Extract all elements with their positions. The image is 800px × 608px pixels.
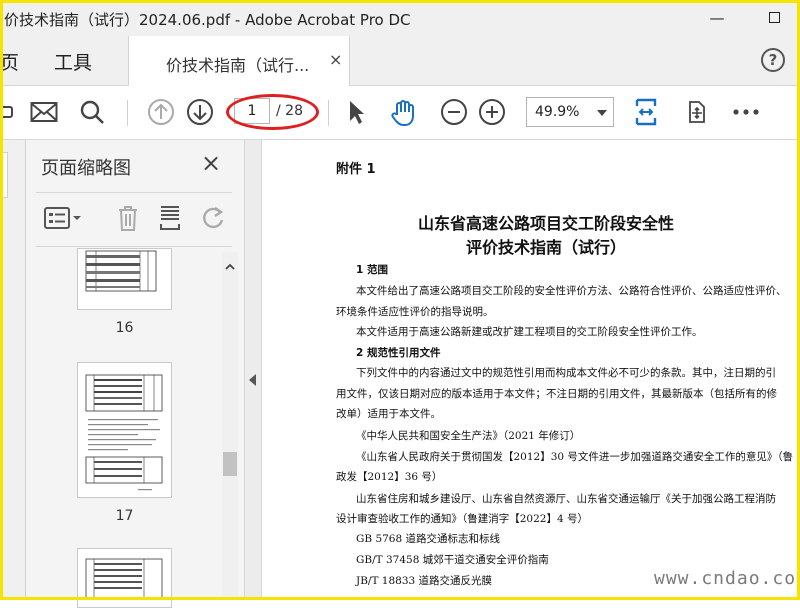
highlight-annotation: [226, 94, 319, 130]
thumbnail-scrollbar[interactable]: [222, 252, 238, 600]
collapse-panel-icon[interactable]: [249, 374, 256, 386]
title-bar: 价技术指南（试行）2024.06.pdf - Adobe Acrobat Pro…: [0, 0, 800, 36]
reference-line: 山东省住房和城乡建设厅、山东省自然资源厅、山东省交通运输厅《关于加强公路工程消防: [356, 493, 776, 505]
document-tab-label: 价技术指南（试行...: [166, 56, 310, 75]
select-cursor-icon[interactable]: [340, 96, 372, 128]
reference-line: JB/T 18833 道路交通反光膜: [356, 575, 493, 587]
body-line: 改单）适用于本文件。: [336, 408, 441, 420]
tab-bar: 页 工具 价技术指南（试行... × ?: [0, 36, 800, 86]
panel-title: 页面缩略图: [41, 158, 131, 179]
section-heading: 2 规范性引用文件: [356, 347, 441, 359]
toolbar-separator: [127, 100, 128, 126]
section-heading: 1 范围: [356, 264, 388, 276]
navigation-rail: [0, 140, 26, 600]
body-line: 环境条件适应性评价的指导说明。: [336, 306, 494, 318]
thumbnail-page-17[interactable]: [77, 362, 172, 498]
scrollbar-thumb[interactable]: [223, 452, 237, 476]
body-line: 本文件给出了高速公路项目交工阶段的安全性评价方法、公路符合性评价、公路适应性评价…: [356, 285, 787, 297]
thumbnails-panel-toggle[interactable]: [0, 152, 8, 198]
toolbar-separator: [328, 100, 329, 126]
document-view[interactable]: 附件 1 山东省高速公路项目交工阶段安全性 评价技术指南（试行） 1 范围 本文…: [262, 140, 800, 600]
close-panel-icon[interactable]: ×: [201, 151, 221, 175]
close-tab-icon[interactable]: ×: [329, 50, 342, 69]
body-line: 用文件，仅该日期对应的版本适用于本文件；不注日期的引用文件，其最新版本（包括所有…: [336, 388, 777, 400]
delete-page-icon[interactable]: [116, 202, 140, 234]
help-icon[interactable]: ?: [761, 48, 785, 72]
next-page-icon[interactable]: [184, 96, 216, 128]
zoom-out-icon[interactable]: [438, 96, 470, 128]
window-title: 价技术指南（试行）2024.06.pdf - Adobe Acrobat Pro…: [4, 11, 411, 29]
print-icon[interactable]: [0, 96, 18, 128]
reference-line: GB 5768 道路交通标志和标线: [356, 533, 501, 545]
email-icon[interactable]: [28, 96, 60, 128]
body-line: 本文件适用于高速公路新建或改扩建工程项目的交工阶段安全性评价工作。: [356, 326, 703, 338]
document-tab[interactable]: 价技术指南（试行... ×: [128, 36, 350, 86]
thumbnail-options-icon[interactable]: [44, 202, 82, 234]
reference-line: 《山东省人民政府关于贯彻国发【2012】30 号文件进一步加强道路交通安全工作的…: [356, 451, 794, 463]
zoom-select[interactable]: 49.9%: [526, 97, 614, 127]
rotate-page-icon[interactable]: [200, 202, 226, 234]
maximize-button[interactable]: [764, 8, 784, 28]
chevron-down-icon: [597, 110, 607, 116]
reference-line: 《中华人民共和国安全生产法》（2021 年修订）: [356, 430, 581, 442]
thumbnail-page-16[interactable]: [77, 248, 172, 310]
body-line: 下列文件中的内容通过文中的规范性引用而构成本文件必不可少的条款。其中，注日期的引: [356, 367, 776, 379]
reference-line: GB/T 37458 城郊干道交通安全评价指南: [356, 554, 549, 566]
divider: [36, 192, 232, 193]
rotate-view-icon[interactable]: [680, 96, 712, 128]
document-title-line-1: 山东省高速公路项目交工阶段安全性: [417, 214, 674, 233]
reference-line: 政发【2012】36 号）: [336, 471, 443, 483]
maximize-icon: [768, 12, 780, 23]
fit-page-icon[interactable]: [630, 96, 662, 128]
thumbnail-label-16: 16: [115, 320, 134, 336]
thumbnail-page-18[interactable]: [77, 548, 172, 608]
reference-line: 设计审查验收工作的通知》（鲁建消字【2022】4 号）: [336, 513, 588, 525]
page-thumbnails-panel: 页面缩略图 × 16 17: [26, 140, 244, 608]
scroll-up-icon[interactable]: [224, 258, 236, 270]
annex-label: 附件 1: [336, 162, 376, 177]
thumbnail-label-17: 17: [115, 508, 134, 524]
more-options-icon[interactable]: [730, 96, 762, 128]
zoom-value: 49.9%: [535, 104, 580, 120]
tab-tools[interactable]: 工具: [54, 48, 92, 75]
previous-page-icon[interactable]: [145, 96, 177, 128]
tab-home[interactable]: 页: [0, 48, 19, 75]
document-title-line-2: 评价技术指南（试行）: [465, 238, 626, 257]
watermark: www.cndao.com: [654, 568, 800, 589]
extract-pages-icon[interactable]: [158, 202, 184, 234]
panel-splitter[interactable]: [244, 140, 262, 600]
minimize-button[interactable]: —: [707, 8, 727, 28]
search-icon[interactable]: [76, 96, 108, 128]
hand-tool-icon[interactable]: [388, 96, 420, 128]
toolbar: 1 / 28 49.9%: [0, 86, 800, 140]
zoom-in-icon[interactable]: [476, 96, 508, 128]
divider: [36, 246, 232, 247]
